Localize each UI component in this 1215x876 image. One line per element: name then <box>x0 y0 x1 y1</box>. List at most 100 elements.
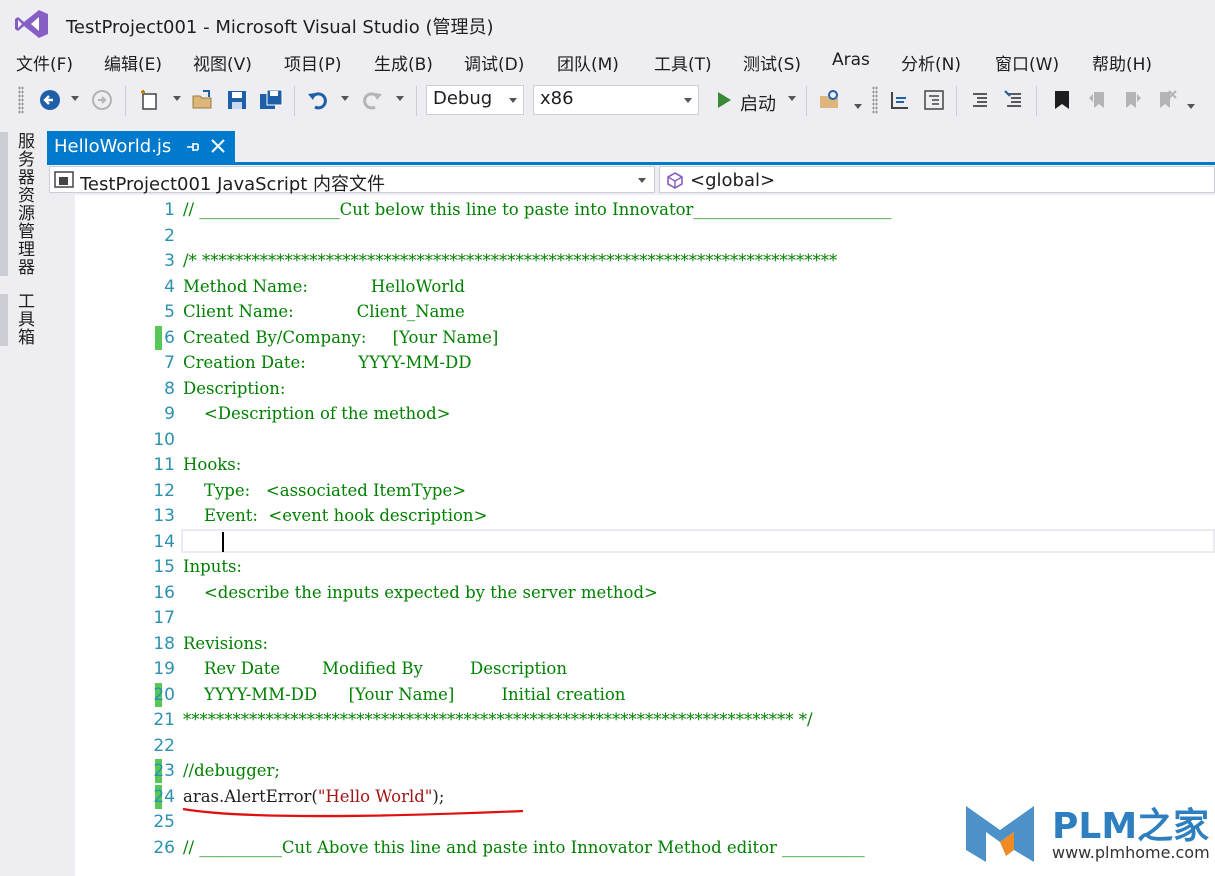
menu-tools[interactable]: 工具(T) <box>654 50 712 75</box>
new-project-dropdown-icon[interactable] <box>173 96 181 101</box>
code-line[interactable]: <Description of the method> <box>183 404 451 423</box>
menu-team[interactable]: 团队(M) <box>557 50 619 75</box>
menu-aras[interactable]: Aras <box>832 50 870 70</box>
code-line[interactable]: Method Name: HelloWorld <box>183 277 465 296</box>
code-line[interactable]: YYYY-MM-DD [Your Name] Initial creation <box>183 685 625 704</box>
menu-debug[interactable]: 调试(D) <box>464 50 524 75</box>
code-line[interactable]: Created By/Company: [Your Name] <box>183 328 498 347</box>
code-line[interactable]: /* *************************************… <box>183 251 837 270</box>
navigate-forward-icon[interactable] <box>90 88 114 112</box>
code-line[interactable]: Event: <event hook description> <box>183 506 487 525</box>
menu-build[interactable]: 生成(B) <box>374 50 433 75</box>
line-number: 13 <box>153 506 175 526</box>
line-number: 19 <box>153 659 175 679</box>
redo-dropdown-icon[interactable] <box>396 96 404 101</box>
code-line[interactable]: // _________________Cut below this line … <box>183 200 891 219</box>
navigate-to-icon[interactable] <box>888 88 912 112</box>
toolbar-separator <box>1036 86 1037 116</box>
line-number: 2 <box>164 226 175 246</box>
save-all-icon[interactable] <box>259 88 283 112</box>
previous-bookmark-icon[interactable] <box>1086 88 1110 112</box>
menu-view[interactable]: 视图(V) <box>193 50 252 75</box>
navigate-back-icon[interactable] <box>38 88 62 112</box>
new-project-icon[interactable] <box>138 88 162 112</box>
comment-lines-icon[interactable] <box>968 88 992 112</box>
navigate-back-dropdown-icon[interactable] <box>71 96 79 101</box>
next-bookmark-icon[interactable] <box>1120 88 1144 112</box>
redo-icon[interactable] <box>360 88 384 112</box>
save-icon[interactable] <box>225 88 249 112</box>
code-line[interactable]: Description: <box>183 379 285 398</box>
line-number: 24 <box>153 787 175 807</box>
clear-bookmarks-icon[interactable] <box>1154 88 1178 112</box>
code-line[interactable]: Hooks: <box>183 455 241 474</box>
project-scope-label: TestProject001 JavaScript 内容文件 <box>80 174 386 195</box>
open-file-icon[interactable] <box>191 88 215 112</box>
code-line[interactable]: Inputs: <box>183 557 242 576</box>
menu-help[interactable]: 帮助(H) <box>1092 50 1152 75</box>
line-number: 3 <box>164 251 175 271</box>
line-number: 20 <box>153 685 175 705</box>
code-line[interactable]: Revisions: <box>183 634 268 653</box>
menu-test[interactable]: 测试(S) <box>743 50 801 75</box>
tab-label: HelloWorld.js <box>54 136 172 157</box>
line-number: 22 <box>153 736 175 756</box>
line-number: 16 <box>153 583 175 603</box>
window-title: TestProject001 - Microsoft Visual Studio… <box>66 17 494 38</box>
chevron-down-icon <box>638 178 646 183</box>
pin-icon[interactable] <box>183 138 201 156</box>
find-in-files-icon[interactable] <box>818 88 842 112</box>
undo-icon[interactable] <box>306 88 330 112</box>
line-number: 5 <box>164 302 175 322</box>
chevron-down-icon <box>684 98 692 103</box>
toolbar-grip-icon[interactable] <box>872 86 878 114</box>
side-tab-indicator <box>0 294 8 346</box>
toolbar-separator <box>416 86 417 116</box>
code-line-alert-error[interactable]: aras.AlertError("Hello World"); <box>183 787 444 806</box>
toolbar-overflow-icon[interactable] <box>1187 104 1195 109</box>
standard-toolbar: Debug x86 启动 <box>0 80 1215 122</box>
code-line[interactable]: ****************************************… <box>183 710 813 729</box>
bookmark-icon[interactable] <box>1050 88 1074 112</box>
uncomment-lines-icon[interactable] <box>1002 88 1026 112</box>
menu-file[interactable]: 文件(F) <box>16 50 73 75</box>
line-number: 26 <box>153 838 175 858</box>
solution-configuration-select[interactable]: Debug <box>426 85 524 115</box>
code-line[interactable]: Client Name: Client_Name <box>183 302 465 321</box>
visual-studio-logo-icon <box>15 10 48 38</box>
text-caret <box>222 532 224 552</box>
code-editor[interactable]: 1 // _________________Cut below this lin… <box>47 195 1215 876</box>
server-explorer-tab[interactable]: 服务器资源管理器 <box>12 132 37 276</box>
line-number: 6 <box>164 328 175 348</box>
menu-project[interactable]: 项目(P) <box>284 50 342 75</box>
menu-window[interactable]: 窗口(W) <box>995 50 1059 75</box>
menu-analyze[interactable]: 分析(N) <box>901 50 961 75</box>
project-scope-dropdown[interactable]: TestProject001 JavaScript 内容文件 <box>49 166 655 195</box>
toolbar-overflow-icon[interactable] <box>854 104 862 109</box>
line-number: 11 <box>153 455 175 475</box>
close-tab-icon[interactable] <box>209 137 227 155</box>
code-line[interactable]: // __________Cut Above this line and pas… <box>183 838 865 857</box>
start-play-icon[interactable] <box>712 88 736 112</box>
toolbar-separator <box>806 86 807 116</box>
start-dropdown-icon[interactable] <box>788 96 796 101</box>
toolbar-grip-icon[interactable] <box>18 86 24 114</box>
red-underline-annotation <box>182 807 524 818</box>
code-line[interactable]: //debugger; <box>183 761 280 780</box>
line-number: 21 <box>153 710 175 730</box>
undo-dropdown-icon[interactable] <box>341 96 349 101</box>
menu-edit[interactable]: 编辑(E) <box>104 50 162 75</box>
outline-icon[interactable] <box>922 88 946 112</box>
line-number: 12 <box>153 481 175 501</box>
member-scope-dropdown[interactable]: <global> <box>659 166 1215 193</box>
code-line[interactable]: Rev Date Modified By Description <box>183 659 567 678</box>
code-line[interactable]: Creation Date: YYYY-MM-DD <box>183 353 471 372</box>
title-bar: TestProject001 - Microsoft Visual Studio… <box>0 0 1215 46</box>
start-button[interactable]: 启动 <box>740 90 776 116</box>
tab-helloworld-js[interactable]: HelloWorld.js <box>47 131 235 162</box>
solution-platform-select[interactable]: x86 <box>533 85 699 115</box>
code-line[interactable]: <describe the inputs expected by the ser… <box>183 583 658 602</box>
side-tab-indicator <box>0 132 8 276</box>
toolbox-tab[interactable]: 工具箱 <box>12 292 37 346</box>
code-line[interactable]: Type: <associated ItemType> <box>183 481 466 500</box>
